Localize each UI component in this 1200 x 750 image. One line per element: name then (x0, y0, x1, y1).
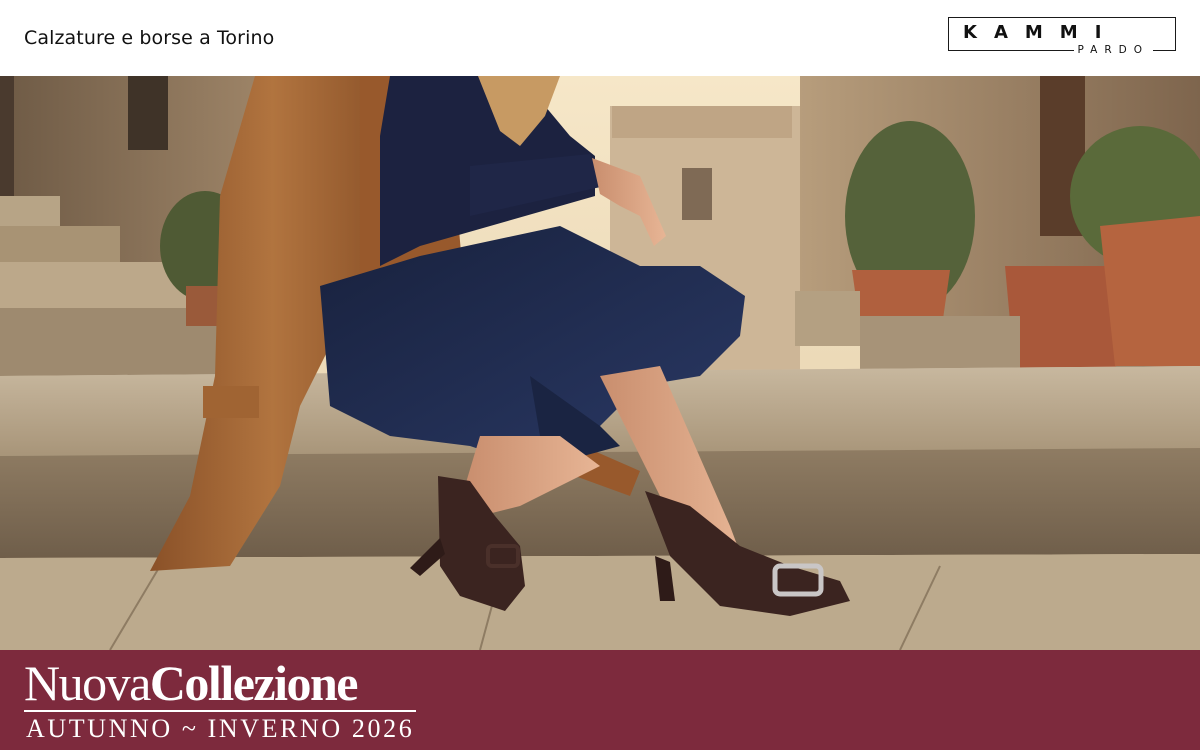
collection-season: AUTUNNO ~ INVERNO 2026 (26, 714, 415, 743)
brand-logo[interactable]: KAMMI PARDO (948, 17, 1176, 56)
logo-subtitle: PARDO (1073, 44, 1153, 56)
header-tagline: Calzature e borse a Torino (24, 27, 275, 49)
headline-collezione: Collezione (149, 655, 359, 711)
site-header: Calzature e borse a Torino KAMMI PARDO (0, 0, 1200, 76)
logo-wordmark-text: KAMMI (963, 22, 1119, 43)
logo-wordmark: KAMMI (963, 22, 1118, 43)
hero-illustration (0, 76, 1200, 650)
headline-nuova: Nuova (24, 655, 151, 711)
hero-image (0, 76, 1200, 650)
collection-headline: NuovaCollezione (24, 654, 359, 712)
